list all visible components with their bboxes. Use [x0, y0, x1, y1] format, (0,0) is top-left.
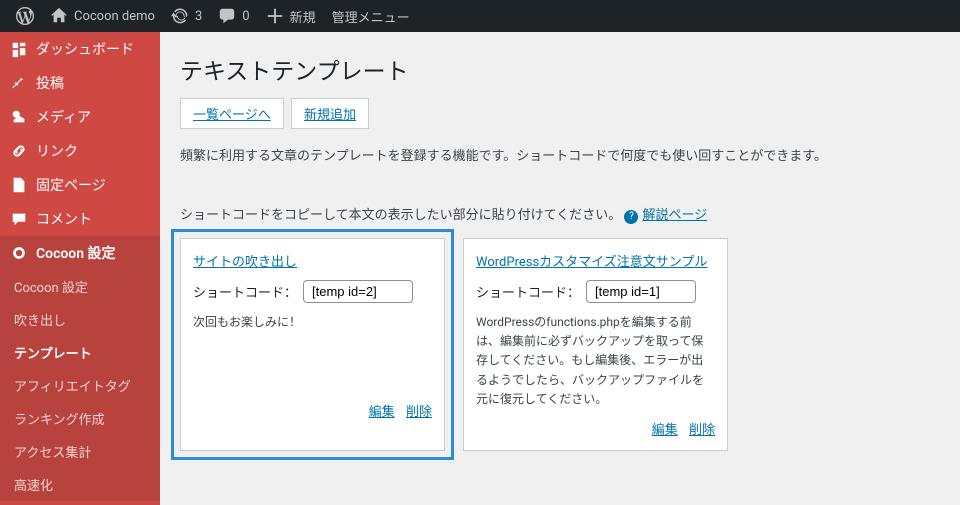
new-content[interactable]: 新規: [258, 0, 324, 32]
tab-new[interactable]: 新規追加: [291, 98, 369, 129]
pin-icon: [10, 74, 28, 92]
template-title-link[interactable]: WordPressカスタマイズ注意文サンプル: [476, 251, 707, 270]
tab-list[interactable]: 一覧ページへ: [180, 98, 284, 129]
link-icon: [10, 142, 28, 160]
template-content: WordPressのfunctions.phpを編集する前は、編集前に必ずバック…: [476, 313, 715, 409]
sidebar-item-posts[interactable]: 投稿: [0, 66, 160, 100]
sidebar-item-label: コメント: [36, 209, 92, 229]
template-content: 次回もお楽しみに！: [193, 313, 432, 391]
sidebar-item-label: Cocoon 設定: [36, 243, 116, 263]
template-card: WordPressカスタマイズ注意文サンプル ショートコード： WordPres…: [463, 238, 728, 451]
sidebar-item-label: メディア: [36, 107, 91, 127]
comment-icon: [218, 7, 236, 25]
comments-count: 0: [242, 9, 249, 24]
edit-link[interactable]: 編集: [652, 423, 678, 438]
submenu-item-balloon[interactable]: 吹き出し: [0, 303, 160, 336]
dashboard-icon: [10, 40, 28, 58]
shortcode-label: ショートコード：: [476, 282, 580, 301]
delete-link[interactable]: 削除: [406, 405, 432, 420]
home-icon: [50, 7, 68, 25]
new-label: 新規: [290, 7, 316, 26]
sidebar-item-links[interactable]: リンク: [0, 134, 160, 168]
sidebar-item-pages[interactable]: 固定ページ: [0, 168, 160, 202]
sidebar-item-label: 投稿: [36, 73, 64, 93]
update-icon: [171, 7, 189, 25]
plus-icon: [266, 7, 284, 25]
template-card: サイトの吹き出し ショートコード： 次回もお楽しみに！ 編集 削除: [180, 238, 445, 451]
circle-icon: [10, 244, 28, 262]
updates-count: 3: [195, 9, 202, 24]
site-home[interactable]: Cocoon demo: [42, 0, 163, 32]
template-cards: サイトの吹き出し ショートコード： 次回もお楽しみに！ 編集 削除 WordPr…: [180, 238, 940, 451]
wp-logo[interactable]: [8, 0, 42, 32]
sidebar-item-label: ダッシュボード: [36, 39, 134, 59]
delete-link[interactable]: 削除: [689, 423, 715, 438]
submenu-item-speed[interactable]: 高速化: [0, 468, 160, 501]
sidebar-item-comments[interactable]: コメント: [0, 202, 160, 236]
tab-nav: 一覧ページへ 新規追加: [180, 98, 940, 129]
submenu-item-affiliate[interactable]: アフィリエイトタグ: [0, 369, 160, 402]
feature-description: 頻繁に利用する文章のテンプレートを登録する機能です。ショートコードで何度でも使い…: [180, 145, 940, 164]
page-title: テキストテンプレート: [180, 52, 940, 86]
sidebar-item-media[interactable]: メディア: [0, 100, 160, 134]
shortcode-instruction: ショートコードをコピーして本文の表示したい部分に貼り付けてください。 解説ページ: [180, 204, 940, 224]
shortcode-input[interactable]: [303, 280, 413, 303]
sidebar-item-label: リンク: [36, 141, 78, 161]
sidebar-item-dashboard[interactable]: ダッシュボード: [0, 32, 160, 66]
submenu-item-template[interactable]: テンプレート: [0, 336, 160, 369]
admin-menu-link[interactable]: 管理メニュー: [324, 0, 418, 32]
updates[interactable]: 3: [163, 0, 210, 32]
edit-link[interactable]: 編集: [369, 405, 395, 420]
sidebar-item-label: 固定ページ: [36, 175, 106, 195]
submenu-item-ranking[interactable]: ランキング作成: [0, 402, 160, 435]
submenu: Cocoon 設定 吹き出し テンプレート アフィリエイトタグ ランキング作成 …: [0, 270, 160, 501]
sidebar-item-cocoon[interactable]: Cocoon 設定: [0, 236, 160, 270]
site-name: Cocoon demo: [74, 9, 155, 24]
shortcode-label: ショートコード：: [193, 282, 297, 301]
submenu-item-access[interactable]: アクセス集計: [0, 435, 160, 468]
comment-icon: [10, 210, 28, 228]
comments[interactable]: 0: [210, 0, 257, 32]
wordpress-icon: [16, 7, 34, 25]
help-link[interactable]: 解説ページ: [624, 208, 707, 223]
media-icon: [10, 108, 28, 126]
submenu-item-cocoon-settings[interactable]: Cocoon 設定: [0, 270, 160, 303]
shortcode-input[interactable]: [586, 280, 696, 303]
admin-toolbar: Cocoon demo 3 0 新規 管理メニュー: [0, 0, 960, 32]
page-icon: [10, 176, 28, 194]
admin-sidebar: ダッシュボード 投稿 メディア リンク 固定ページ コメント Cocoon 設定…: [0, 32, 160, 505]
template-title-link[interactable]: サイトの吹き出し: [193, 251, 297, 270]
main-content: テキストテンプレート 一覧ページへ 新規追加 頻繁に利用する文章のテンプレートを…: [160, 32, 960, 505]
